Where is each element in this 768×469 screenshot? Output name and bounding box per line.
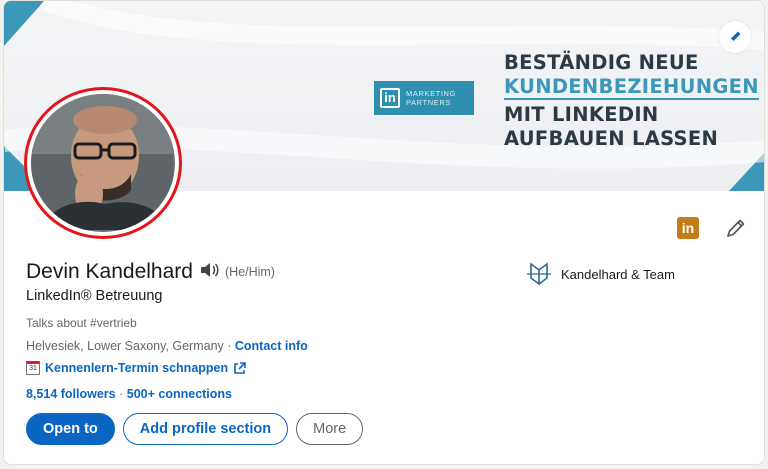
talks-about: Talks about #vertrieb bbox=[26, 316, 137, 330]
stats-separator: · bbox=[119, 387, 127, 401]
location-text: Helvesiek, Lower Saxony, Germany · bbox=[26, 339, 235, 353]
contact-info-link[interactable]: Contact info bbox=[235, 339, 308, 353]
pencil-icon bbox=[727, 219, 745, 237]
brand-line-2: PARTNERS bbox=[406, 98, 451, 107]
company-name: Kandelhard & Team bbox=[561, 266, 675, 282]
avatar bbox=[31, 94, 175, 232]
profile-card: in MARKETING PARTNERS BESTÄNDIG NEUE KUN… bbox=[3, 0, 765, 465]
edit-banner-button[interactable] bbox=[719, 21, 751, 53]
headline-line-4: AUFBAUEN LASSEN bbox=[504, 127, 719, 150]
network-stats: 8,514 followers · 500+ connections bbox=[26, 387, 232, 401]
pencil-icon bbox=[730, 31, 741, 42]
marketing-partners-logo: in MARKETING PARTNERS bbox=[374, 81, 474, 115]
profile-name: Devin Kandelhard bbox=[26, 260, 193, 283]
more-button[interactable]: More bbox=[296, 413, 364, 445]
banner-headline: BESTÄNDIG NEUE KUNDENBEZIEHUNGEN MIT LIN… bbox=[504, 51, 759, 151]
brand-line-1: MARKETING bbox=[406, 89, 456, 98]
linkedin-badge-icon[interactable]: in bbox=[677, 217, 699, 239]
brand-text: MARKETING PARTNERS bbox=[406, 89, 456, 107]
location-row: Helvesiek, Lower Saxony, Germany · Conta… bbox=[26, 339, 308, 353]
edit-profile-button[interactable] bbox=[724, 216, 748, 240]
speaker-icon[interactable] bbox=[199, 262, 219, 283]
pronouns: (He/Him) bbox=[224, 265, 275, 279]
headline-line-1: BESTÄNDIG NEUE bbox=[504, 51, 699, 74]
calendar-icon: 31 bbox=[26, 361, 40, 375]
name-row: Devin Kandelhard (He/Him) bbox=[26, 260, 275, 284]
calendar-link-row[interactable]: 31 Kennenlern-Termin schnappen bbox=[26, 361, 246, 375]
name-pronunciation-icon bbox=[200, 262, 219, 277]
headline-line-3: MIT LINKEDIN bbox=[504, 103, 659, 126]
profile-headline: LinkedIn® Betreuung bbox=[26, 288, 163, 304]
calendar-link[interactable]: Kennenlern-Termin schnappen bbox=[45, 361, 228, 375]
linkedin-logo-icon: in bbox=[380, 88, 400, 108]
external-link-icon bbox=[234, 361, 246, 374]
avatar-image bbox=[31, 94, 173, 230]
profile-photo[interactable] bbox=[24, 87, 182, 239]
company-logo-icon bbox=[527, 262, 551, 286]
open-to-button[interactable]: Open to bbox=[26, 413, 115, 445]
connections-link[interactable]: 500+ connections bbox=[127, 387, 232, 401]
followers-link[interactable]: 8,514 followers bbox=[26, 387, 116, 401]
headline-line-2: KUNDENBEZIEHUNGEN bbox=[504, 75, 759, 100]
add-profile-section-button[interactable]: Add profile section bbox=[122, 413, 289, 445]
profile-actions: Open to Add profile section More bbox=[26, 413, 364, 445]
current-company[interactable]: Kandelhard & Team bbox=[525, 260, 675, 288]
